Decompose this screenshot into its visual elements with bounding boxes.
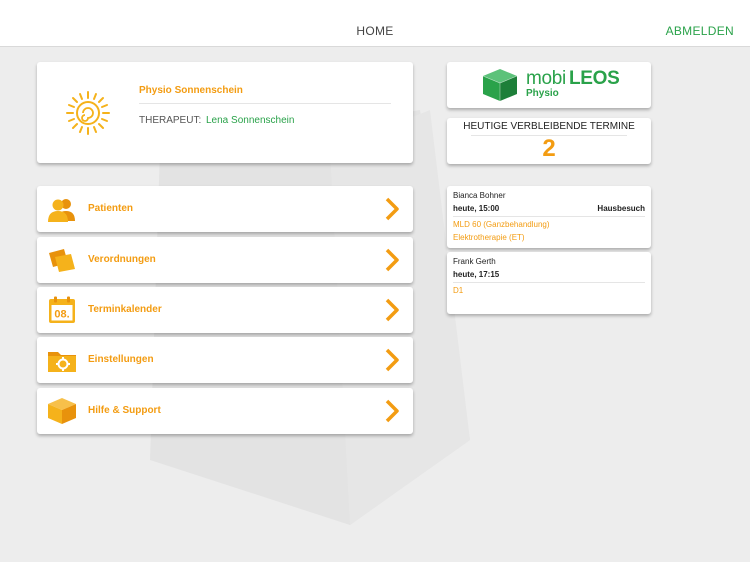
- calendar-icon: 08.: [49, 296, 75, 323]
- menu-item-label: Patienten: [88, 203, 134, 214]
- page-title: HOME: [356, 24, 394, 38]
- appointment-card[interactable]: Bianca Bohner heute, 15:00 Hausbesuch ML…: [447, 186, 651, 248]
- menu-item-label: Hilfe & Support: [88, 405, 161, 416]
- menu-item-label: Einstellungen: [88, 354, 154, 365]
- patients-icon: [48, 199, 75, 222]
- remaining-appointments-count: 2: [542, 135, 556, 162]
- divider: [453, 216, 645, 217]
- top-navigation-bar: HOME ABMELDEN: [0, 0, 750, 47]
- practice-name: Physio Sonnenschein: [139, 85, 243, 96]
- therapist-label: THERAPEUT:: [139, 115, 202, 126]
- practice-info-card: Physio Sonnenschein THERAPEUT: Lena Sonn…: [37, 62, 413, 163]
- menu-item-einstellungen[interactable]: Einstellungen: [37, 337, 413, 383]
- appointment-treatment: MLD 60 (Ganzbehandlung): [453, 220, 550, 229]
- sun-logo-icon: [66, 91, 110, 135]
- therapist-name: Lena Sonnenschein: [206, 115, 295, 126]
- appointment-type-badge: Hausbesuch: [597, 204, 645, 213]
- chevron-right-icon: [385, 348, 399, 372]
- logo-text-light: mobi: [526, 68, 566, 89]
- appointment-card[interactable]: Frank Gerth heute, 17:15 D1: [447, 252, 651, 314]
- divider: [139, 103, 391, 104]
- logo-subtitle: Physio: [526, 88, 559, 99]
- menu-item-label: Terminkalender: [88, 304, 162, 315]
- menu-item-patienten[interactable]: Patienten: [37, 186, 413, 232]
- chevron-right-icon: [385, 197, 399, 221]
- chevron-right-icon: [385, 298, 399, 322]
- logo-text-bold: LEOS: [569, 68, 620, 89]
- brand-logo-card: mobi LEOS Physio: [447, 62, 651, 108]
- logout-button[interactable]: ABMELDEN: [666, 24, 734, 38]
- appointment-treatment: Elektrotherapie (ET): [453, 233, 525, 242]
- remaining-appointments-card: HEUTIGE VERBLEIBENDE TERMINE 2: [447, 118, 651, 164]
- menu-item-hilfe-support[interactable]: Hilfe & Support: [37, 388, 413, 434]
- menu-item-verordnungen[interactable]: Verordnungen: [37, 237, 413, 283]
- chevron-right-icon: [385, 248, 399, 272]
- prescriptions-icon: [49, 249, 75, 272]
- appointment-patient-name: Bianca Bohner: [453, 191, 506, 200]
- appointment-time: heute, 15:00: [453, 204, 500, 213]
- appointment-patient-name: Frank Gerth: [453, 257, 496, 266]
- mobileos-cube-logo-icon: [482, 69, 518, 101]
- chevron-right-icon: [385, 399, 399, 423]
- divider: [453, 282, 645, 283]
- menu-item-terminkalender[interactable]: 08. Terminkalender: [37, 287, 413, 333]
- menu-item-label: Verordnungen: [88, 254, 156, 265]
- calendar-day: 08.: [54, 309, 69, 321]
- remaining-appointments-label: HEUTIGE VERBLEIBENDE TERMINE: [463, 121, 635, 132]
- settings-folder-icon: [48, 352, 76, 372]
- appointment-treatment: D1: [453, 286, 464, 295]
- help-cube-icon: [48, 398, 76, 424]
- appointment-time: heute, 17:15: [453, 270, 500, 279]
